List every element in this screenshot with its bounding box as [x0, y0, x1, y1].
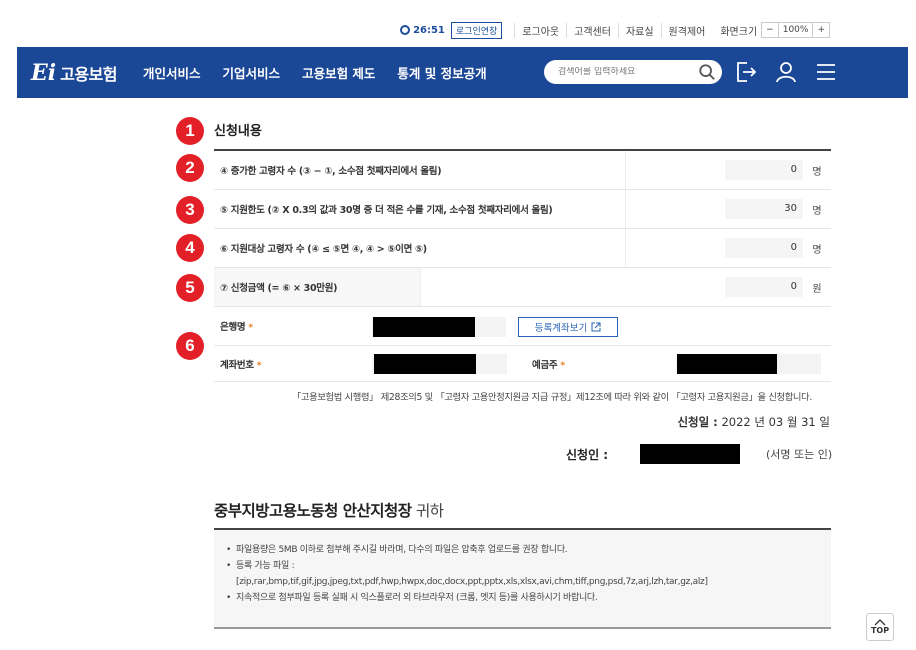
office-suffix: 귀하 — [415, 502, 444, 520]
step-badge-6: 6 — [176, 332, 204, 360]
row-label: ⑤ 지원한도 (② X 0.3의 값과 30명 중 더 적은 수를 기재, 소수… — [220, 205, 553, 216]
row-label: ⑦ 신청금액 (= ⑥ × 30만원) — [220, 283, 338, 294]
row-label: ⑥ 지원대상 고령자 수 (④ ≤ ⑤면 ④, ④ > ⑤이면 ⑤) — [220, 244, 427, 255]
menu-insurance-system[interactable]: 고용보험 제도 — [302, 63, 375, 82]
zoom-in-button[interactable]: + — [813, 23, 829, 37]
notice-divider — [214, 627, 831, 629]
row-value: 0 — [725, 277, 803, 297]
redacted-account-holder — [677, 354, 777, 374]
extend-login-button[interactable]: 로그인연장 — [450, 21, 503, 39]
notice-item: • 지속적으로 첨부파일 등록 실패 시 익스플로러 외 타브라우저 (크롬, 엣… — [226, 593, 598, 603]
row-value: 0 — [725, 160, 803, 180]
date-label: 신청일 : — [677, 415, 718, 429]
scroll-top-label: TOP — [870, 626, 890, 635]
zoom-value: 100% — [777, 23, 814, 37]
main-menu: 개인서비스 기업서비스 고용보험 제도 통계 및 정보공개 — [143, 63, 487, 82]
bank-label: 은행명 * — [214, 319, 253, 333]
form-row-support-limit: ⑤ 지원한도 (② X 0.3의 값과 30명 중 더 적은 수를 기재, 소수… — [214, 190, 831, 229]
step-badge-1: 1 — [176, 117, 204, 145]
required-mark: * — [256, 360, 262, 371]
holder-label-text: 예금주 — [532, 359, 558, 371]
form-row-eligible-seniors: ⑥ 지원대상 고령자 수 (④ ≤ ⑤면 ④, ④ > ⑤이면 ⑤) 0 명 — [214, 229, 831, 268]
notice-text: 파일용량은 5MB 이하로 첨부해 주시길 바라며, 다수의 파일은 압축후 업… — [236, 545, 568, 555]
recipient-office: 중부지방고용노동청 안산지청장 귀하 — [214, 499, 444, 521]
step-badge-4: 4 — [176, 234, 204, 262]
main-nav: Ei 고용보험 개인서비스 기업서비스 고용보험 제도 통계 및 정보공개 — [17, 47, 908, 98]
form-row-account: 계좌번호 * 예금주 * — [214, 346, 831, 382]
required-mark: * — [560, 360, 565, 371]
signature-hint: (서명 또는 인) — [766, 448, 833, 461]
menu-icon[interactable] — [814, 60, 838, 84]
redacted-account-number — [374, 354, 476, 374]
row-label: ④ 증가한 고령자 수 (③ − ①, 소수점 첫째자리에서 올림) — [220, 166, 442, 177]
redacted-applicant-name — [640, 444, 740, 464]
archive-link[interactable]: 자료실 — [617, 22, 661, 38]
zoom-control: 화면크기 − 100% + — [720, 22, 830, 38]
search-box — [544, 60, 722, 84]
notice-item: • 등록 가능 파일 : — [226, 561, 295, 571]
remote-control-link[interactable]: 원격제어 — [660, 22, 713, 38]
notice-text: 지속적으로 첨부파일 등록 실패 시 익스플로러 외 타브라우저 (크롬, 엣지… — [236, 593, 598, 603]
nav-icons — [734, 60, 838, 84]
chevron-up-icon — [874, 619, 886, 626]
application-date: 신청일 : 2022 년 03 월 31 일 — [677, 414, 830, 430]
required-mark: * — [248, 323, 253, 333]
holder-label: 예금주 * — [526, 357, 565, 371]
menu-statistics[interactable]: 통계 및 정보공개 — [397, 63, 486, 82]
form-row-increased-seniors: ④ 증가한 고령자 수 (③ − ①, 소수점 첫째자리에서 올림) 0 명 — [214, 151, 831, 190]
view-account-label: 등록계좌보기 — [534, 323, 588, 334]
user-icon[interactable] — [774, 60, 798, 84]
office-name: 중부지방고용노동청 안산지청장 — [214, 502, 412, 520]
session-timer-value: 26:51 — [413, 24, 445, 36]
section-title: 신청내용 — [214, 124, 262, 139]
search-input[interactable] — [558, 67, 698, 77]
form-row-application-amount: ⑦ 신청금액 (= ⑥ × 30만원) 0 원 — [214, 268, 831, 307]
notice-item: • 파일용량은 5MB 이하로 첨부해 주시길 바라며, 다수의 파일은 압축후 … — [226, 545, 568, 555]
utility-bar: 26:51 로그인연장 로그아웃 고객센터 자료실 원격제어 화면크기 − 10… — [400, 20, 830, 40]
search-icon[interactable] — [698, 63, 716, 81]
menu-personal-services[interactable]: 개인서비스 — [143, 63, 201, 82]
row-value: 0 — [725, 238, 803, 258]
redacted-bank-name — [373, 317, 475, 337]
step-badge-2: 2 — [176, 154, 204, 182]
bank-label-text: 은행명 — [220, 322, 246, 333]
row-value: 30 — [725, 199, 803, 219]
customer-center-link[interactable]: 고객센터 — [566, 22, 618, 38]
date-value: 2022 년 03 월 31 일 — [721, 415, 830, 429]
logo-text: 고용보험 — [60, 64, 118, 84]
row-unit: 명 — [812, 244, 822, 256]
form-row-bank: 은행명 * 등록계좌보기 — [214, 307, 831, 346]
account-label: 계좌번호 * — [214, 357, 262, 371]
step-badge-5: 5 — [176, 274, 204, 302]
notice-text: [zip,rar,bmp,tif,gif,jpg,jpeg,txt,pdf,hw… — [236, 577, 708, 587]
view-registered-account-button[interactable]: 등록계좌보기 — [518, 317, 618, 337]
step-badge-3: 3 — [176, 196, 204, 224]
logout-icon[interactable] — [734, 60, 758, 84]
clock-icon — [400, 25, 411, 35]
session-timer: 26:51 — [400, 25, 445, 36]
upload-notice: • 파일용량은 5MB 이하로 첨부해 주시길 바라며, 다수의 파일은 압축후 … — [214, 528, 831, 627]
zoom-out-button[interactable]: − — [762, 23, 778, 37]
notice-item: [zip,rar,bmp,tif,gif,jpg,jpeg,txt,pdf,hw… — [226, 574, 819, 590]
legal-statement: 「고용보험법 시행령」 제28조의5 및 「고령자 고용안정지원금 지급 규정」… — [292, 392, 812, 403]
zoom-label: 화면크기 — [720, 26, 758, 38]
notice-text: 등록 가능 파일 : — [236, 561, 295, 571]
scroll-top-button[interactable]: TOP — [866, 613, 894, 641]
menu-business-services[interactable]: 기업서비스 — [223, 63, 281, 82]
row-unit: 명 — [812, 166, 822, 178]
account-label-text: 계좌번호 — [220, 359, 254, 371]
site-logo[interactable]: Ei 고용보험 — [31, 59, 118, 86]
external-link-icon — [591, 322, 601, 332]
row-unit: 원 — [812, 283, 822, 295]
logo-mark: Ei — [31, 59, 57, 86]
application-form: ④ 증가한 고령자 수 (③ − ①, 소수점 첫째자리에서 올림) 0 명 ⑤… — [214, 149, 831, 382]
row-unit: 명 — [812, 205, 822, 217]
applicant-label: 신청인 : — [566, 448, 609, 462]
logout-link[interactable]: 로그아웃 — [514, 22, 566, 38]
